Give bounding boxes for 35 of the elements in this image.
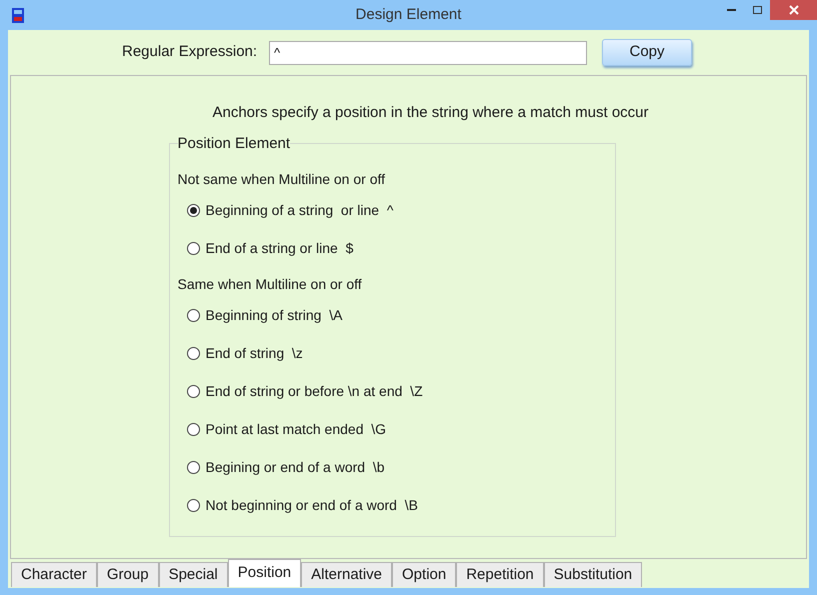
- tab[interactable]: Special: [158, 562, 228, 587]
- radio-option[interactable]: Begining or end of a word \b: [186, 457, 606, 477]
- tab[interactable]: Position: [228, 559, 302, 587]
- section-heading: Same when Multiline on or off: [178, 275, 363, 294]
- radio-option[interactable]: Beginning of string \A: [186, 305, 606, 325]
- description-text: Anchors specify a position in the string where a match must occur: [212, 103, 649, 123]
- radio-button[interactable]: [186, 498, 200, 512]
- tab[interactable]: Alternative: [301, 562, 392, 587]
- radio-button[interactable]: [186, 422, 200, 436]
- radio-button[interactable]: [186, 308, 200, 322]
- tab[interactable]: Character: [11, 562, 97, 587]
- radio-option[interactable]: End of string or before \n at end \Z: [186, 381, 606, 401]
- tab[interactable]: Substitution: [544, 562, 642, 587]
- radio-button[interactable]: [186, 242, 200, 254]
- radio-button[interactable]: [186, 346, 200, 360]
- radio-option[interactable]: Not beginning or end of a word \B: [186, 495, 606, 515]
- tab[interactable]: Group: [96, 562, 159, 587]
- window-title: Design Element: [356, 4, 462, 25]
- copy-button[interactable]: Copy: [602, 39, 692, 66]
- close-icon: [788, 5, 798, 15]
- radio-option[interactable]: Point at last match ended \G: [186, 419, 606, 439]
- tab[interactable]: Option: [392, 562, 456, 587]
- tab[interactable]: Repetition: [456, 562, 544, 587]
- radio-option[interactable]: Beginning of a string or line ^: [186, 200, 606, 220]
- radio-button[interactable]: [186, 460, 200, 474]
- group-title: Position Element: [178, 134, 290, 154]
- app-icon: [12, 8, 24, 23]
- close-button[interactable]: [770, 0, 817, 20]
- radio-option[interactable]: End of a string or line $: [186, 238, 606, 258]
- expression-field[interactable]: ^: [269, 40, 587, 64]
- section-heading: Not same when Multiline on or off: [178, 170, 386, 189]
- radio-button[interactable]: [186, 384, 200, 398]
- radio-option[interactable]: End of string \z: [186, 343, 606, 363]
- field-label: Regular Expression:: [122, 42, 258, 62]
- radio-button[interactable]: [186, 204, 200, 216]
